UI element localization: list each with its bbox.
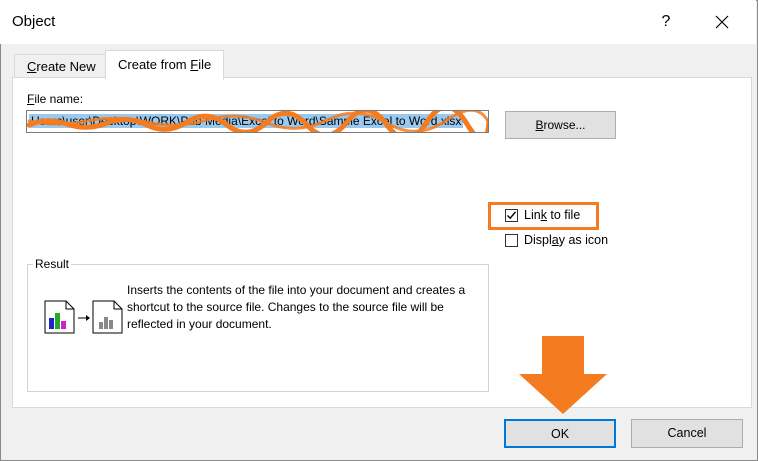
cancel-button[interactable]: Cancel: [631, 419, 743, 448]
help-icon: ?: [661, 13, 671, 30]
redaction-scribble: [27, 111, 488, 132]
tab-create-from-file[interactable]: Create from File: [105, 50, 225, 80]
file-name-input[interactable]: Users\user\Desktop\WORK\Pub Media\Excel …: [26, 110, 489, 133]
result-label: Result: [33, 257, 72, 271]
tab-create-from-file-pre: Create from: [118, 57, 191, 72]
file-name-label-rest: ile name:: [34, 92, 84, 106]
display-as-icon-checkbox[interactable]: [505, 233, 518, 247]
browse-button-label: rowse...: [543, 118, 586, 132]
tab-create-new[interactable]: Create New: [14, 54, 109, 79]
display-as-icon-option[interactable]: Display as icon: [505, 233, 608, 247]
browse-button-accel: B: [535, 118, 544, 132]
tab-create-new-accel: C: [27, 59, 37, 74]
tab-create-new-label: reate New: [36, 59, 96, 74]
dialog-title: Object: [12, 13, 56, 30]
title-bar: Object ?: [0, 0, 756, 44]
tab-create-from-file-rest: ile: [198, 57, 212, 72]
link-to-file-highlight: [488, 202, 599, 230]
down-arrow-annotation: [519, 336, 607, 414]
help-button[interactable]: ?: [646, 6, 686, 38]
link-result-icon: [44, 300, 123, 334]
file-name-label: File name:: [27, 92, 83, 106]
close-button[interactable]: [700, 6, 744, 38]
display-as-icon-label: Display as icon: [524, 233, 609, 247]
close-icon: [715, 15, 729, 29]
browse-button[interactable]: Browse...: [505, 111, 616, 139]
ok-button[interactable]: OK: [504, 419, 616, 448]
tab-create-from-file-accel: F: [190, 57, 199, 72]
result-description: Inserts the contents of the file into yo…: [127, 283, 466, 331]
